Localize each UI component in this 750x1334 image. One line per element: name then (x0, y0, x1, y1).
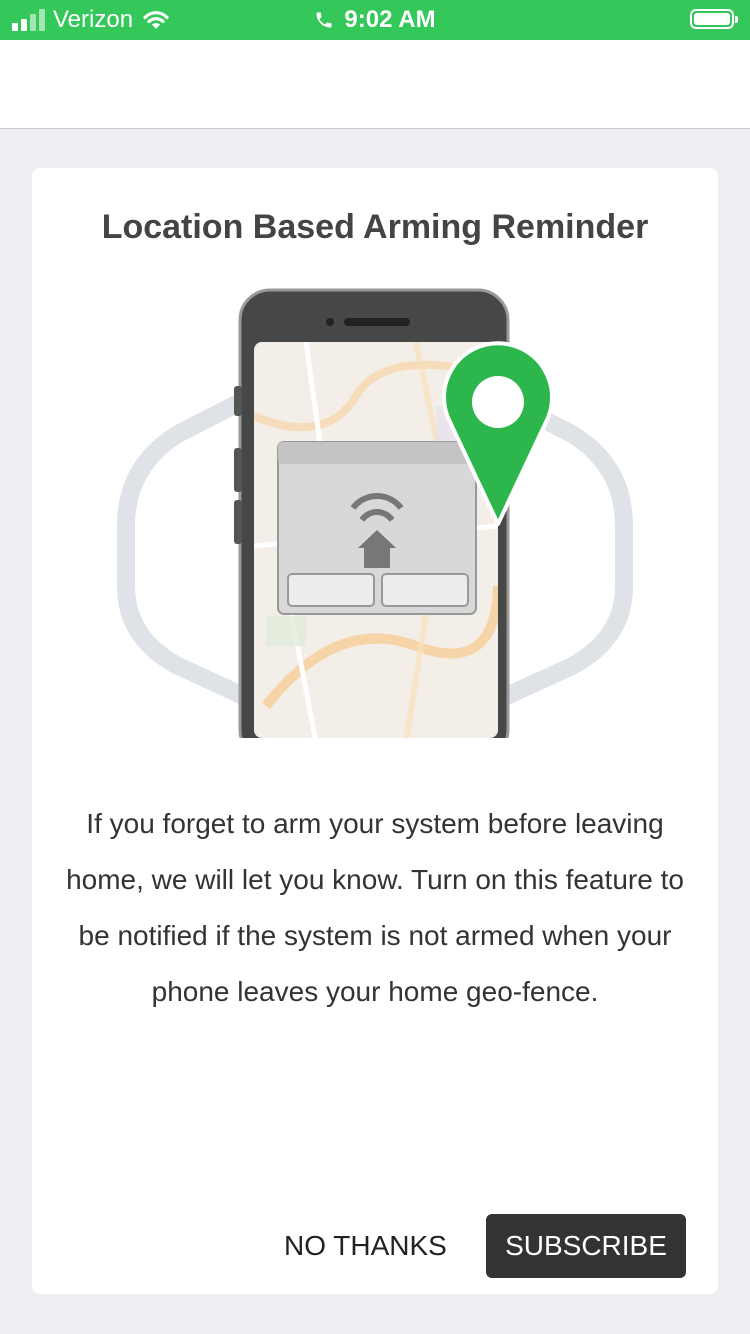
nav-bar (0, 40, 750, 129)
clock-group: 9:02 AM (0, 0, 750, 40)
status-bar: Verizon 9:02 AM (0, 0, 750, 40)
subscribe-button[interactable]: SUBSCRIBE (486, 1214, 686, 1278)
clock-time: 9:02 AM (344, 6, 436, 33)
no-thanks-button[interactable]: NO THANKS (284, 1223, 447, 1269)
dialog-title: Location Based Arming Reminder (101, 208, 649, 246)
geofence-illustration (117, 288, 633, 738)
home-widget (277, 441, 477, 615)
phone-icon (316, 12, 332, 28)
dialog-body: If you forget to arm your system before … (66, 808, 684, 1007)
reminder-dialog: Location Based Arming Reminder If you fo… (32, 168, 718, 1294)
battery-icon (690, 9, 738, 29)
